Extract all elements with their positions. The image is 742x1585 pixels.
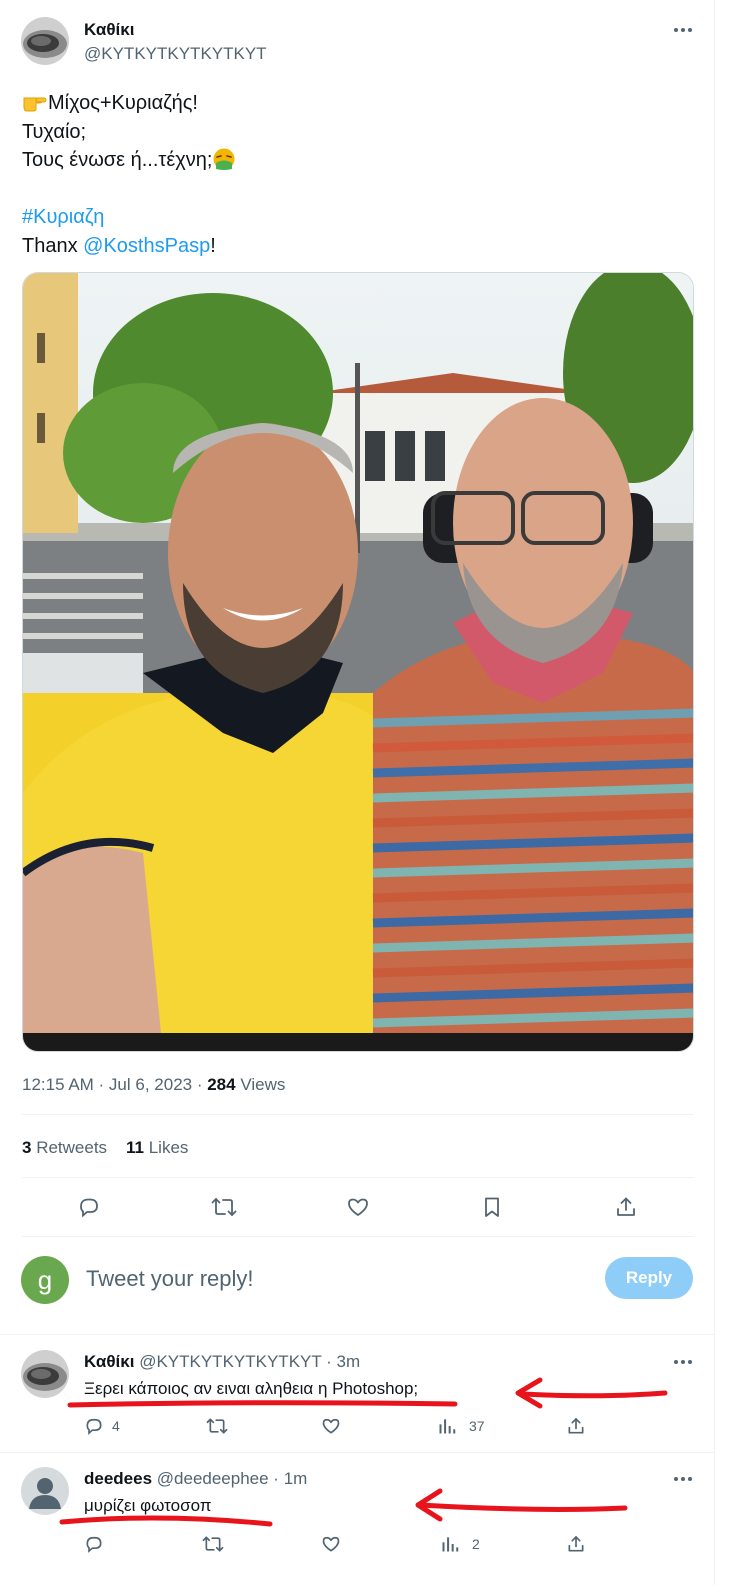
- reply-icon: [86, 1536, 102, 1553]
- user-avatar[interactable]: g: [21, 1256, 69, 1304]
- reply-icon: [86, 1418, 102, 1435]
- more-icon[interactable]: [670, 20, 696, 40]
- author-handle[interactable]: @KYTKYTKYTKYTKYT: [84, 44, 267, 64]
- reply-like-action[interactable]: [321, 1414, 341, 1438]
- reply-like-action[interactable]: [321, 1532, 341, 1556]
- more-icon[interactable]: [670, 1469, 696, 1489]
- bookmark-icon[interactable]: [474, 1189, 510, 1225]
- reply-reply-action[interactable]: [84, 1532, 104, 1556]
- reply-avatar[interactable]: [21, 1350, 69, 1398]
- reply-header: deedees @deedeephee · 1m: [84, 1469, 307, 1489]
- divider: [0, 1452, 715, 1453]
- reply-share-action[interactable]: [566, 1532, 586, 1556]
- tweet-line-3: Τους ένωσε ή...τέχνη;: [22, 146, 682, 175]
- tweet-line-1: Μίχος+Κυριαζής!: [22, 89, 682, 118]
- tweet-line-2: Τυχαίο;: [22, 120, 87, 143]
- reply-views-action[interactable]: 2: [440, 1532, 480, 1556]
- reply-views-action[interactable]: 37: [437, 1414, 485, 1438]
- reply-author-name[interactable]: Καθίκι: [84, 1352, 134, 1371]
- reply-retweet-action[interactable]: [206, 1414, 228, 1438]
- tweet-page: Καθίκι @KYTKYTKYTKYTKYT Μίχος+Κυριαζής! …: [0, 0, 715, 1585]
- views-icon: [439, 1419, 456, 1434]
- reply-text: μυρίζει φωτοσοπ: [84, 1496, 212, 1515]
- tweet-line-hashtag: #Κυριαζη: [22, 203, 682, 232]
- likes-stat[interactable]: 11 Likes: [126, 1138, 188, 1158]
- reply-text: Ξερει κάποιος αν ειναι αληθεια η Photosh…: [84, 1379, 419, 1398]
- author-name[interactable]: Καθίκι: [84, 20, 134, 40]
- retweets-stat[interactable]: 3 Retweets: [22, 1138, 107, 1158]
- tweet-timestamp[interactable]: 12:15 AM · Jul 6, 2023 ·: [22, 1075, 207, 1094]
- tweet-meta: 12:15 AM · Jul 6, 2023 · 284 Views: [22, 1075, 285, 1095]
- retweet-icon: [202, 1536, 224, 1552]
- reply-author-meta[interactable]: @deedeephee · 1m: [157, 1469, 308, 1488]
- reply-author-name[interactable]: deedees: [84, 1469, 152, 1488]
- share-icon: [568, 1418, 584, 1434]
- divider: [22, 1177, 694, 1178]
- point-emoji-icon: [22, 90, 48, 112]
- author-avatar[interactable]: [21, 17, 69, 65]
- reply-retweet-action[interactable]: [202, 1532, 224, 1556]
- reply-avatar[interactable]: [21, 1467, 69, 1515]
- reply-reply-action[interactable]: 4: [84, 1414, 120, 1438]
- reply-author-meta[interactable]: @KYTKYTKYTKYTKYT · 3m: [139, 1352, 360, 1371]
- like-icon: [322, 1536, 340, 1552]
- more-icon[interactable]: [670, 1352, 696, 1372]
- reply-input[interactable]: Tweet your reply!: [86, 1266, 254, 1292]
- reply-button[interactable]: Reply: [605, 1257, 693, 1299]
- hashtag-link[interactable]: #Κυριαζη: [22, 206, 104, 228]
- tweet-photo[interactable]: [22, 272, 694, 1052]
- reply-share-action[interactable]: [566, 1414, 586, 1438]
- nauseated-emoji-icon: [212, 147, 236, 171]
- like-icon[interactable]: [340, 1189, 376, 1225]
- divider: [0, 1334, 715, 1335]
- tweet-line-thanx: Thanx @KosthsPasp!: [22, 234, 216, 257]
- share-icon: [568, 1536, 584, 1552]
- divider: [22, 1114, 694, 1115]
- divider: [22, 1236, 694, 1237]
- views-icon: [442, 1537, 459, 1552]
- reply-icon[interactable]: [71, 1189, 107, 1225]
- mention-link[interactable]: @KosthsPasp: [83, 235, 210, 257]
- like-icon: [322, 1418, 340, 1434]
- reply-header: Καθίκι @KYTKYTKYTKYTKYT · 3m: [84, 1352, 360, 1372]
- views-count: 284: [207, 1075, 236, 1094]
- retweet-icon[interactable]: [206, 1189, 242, 1225]
- tweet-text: Μίχος+Κυριαζής! Τυχαίο; Τους ένωσε ή...τ…: [22, 89, 682, 260]
- share-icon[interactable]: [608, 1189, 644, 1225]
- retweet-icon: [206, 1418, 228, 1434]
- views-label: Views: [235, 1075, 286, 1094]
